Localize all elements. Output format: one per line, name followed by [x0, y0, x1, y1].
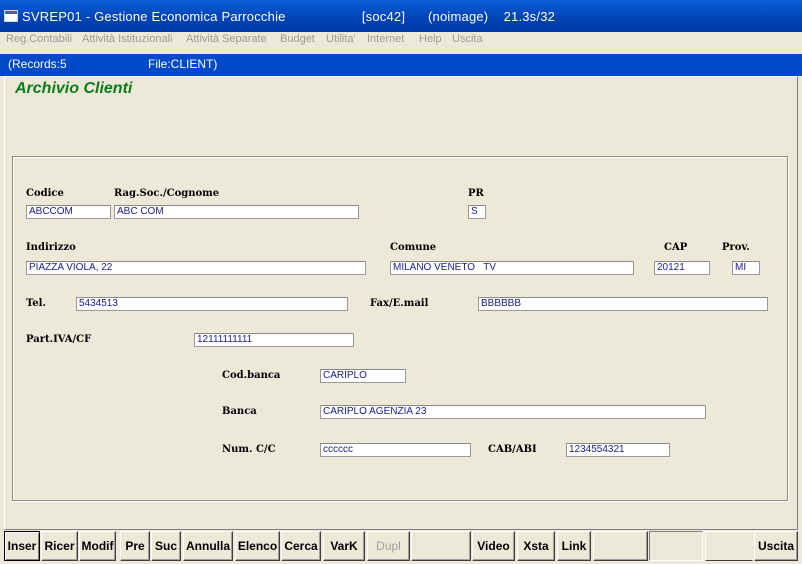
- menu-item-budget[interactable]: Budget: [280, 33, 315, 45]
- banca-field[interactable]: CARIPLO AGENZIA 23: [320, 405, 706, 419]
- menu-item-internet[interactable]: Internet: [367, 33, 404, 45]
- link-button[interactable]: Link: [557, 531, 591, 561]
- codice-label: Codice: [26, 188, 64, 199]
- fax-email-field[interactable]: BBBBBB: [478, 297, 768, 311]
- prov-label: Prov.: [722, 242, 750, 253]
- piva-cf-field[interactable]: 12111111111: [194, 333, 354, 347]
- records-count: (Records:5: [8, 57, 67, 71]
- form-title: Archivio Clienti: [15, 80, 133, 97]
- menu-item-help[interactable]: Help: [419, 33, 442, 45]
- comune-field[interactable]: MILANO VENETO TV: [390, 261, 634, 275]
- inser-button[interactable]: Inser: [4, 531, 40, 561]
- window-title: SVREP01 - Gestione Economica Parrocchie …: [22, 9, 556, 24]
- ragsoc-label: Rag.Soc./Cognome: [114, 188, 220, 199]
- pr-label: PR: [468, 188, 484, 199]
- menu-item-uscita[interactable]: Uscita: [452, 33, 483, 45]
- file-name: File:CLIENT): [148, 57, 218, 71]
- numcc-label: Num. C/C: [222, 444, 276, 455]
- uscita-button[interactable]: Uscita: [754, 531, 798, 561]
- indirizzo-field[interactable]: PIAZZA VIOLA, 22: [26, 261, 366, 275]
- modif-button[interactable]: Modif: [79, 531, 116, 561]
- blank-button-3[interactable]: [649, 531, 703, 561]
- comune-label: Comune: [390, 242, 437, 253]
- dupl-button[interactable]: Dupl: [367, 531, 410, 561]
- prov-field[interactable]: MI: [732, 261, 760, 275]
- annulla-button[interactable]: Annulla: [183, 531, 233, 561]
- cerca-button[interactable]: Cerca: [281, 531, 321, 561]
- elenco-button[interactable]: Elenco: [235, 531, 280, 561]
- records-info-bar: (Records:5 File:CLIENT): [0, 54, 802, 76]
- vark-button[interactable]: VarK: [323, 531, 365, 561]
- cababi-field[interactable]: 1234554321: [566, 443, 670, 457]
- menu-item-reg-contabili[interactable]: Reg.Contabili: [6, 33, 72, 45]
- menu-item-utilita[interactable]: Utilita': [326, 33, 356, 45]
- menu-item-attivita-separate[interactable]: Attività Separate: [186, 33, 267, 45]
- video-button[interactable]: Video: [472, 531, 515, 561]
- cababi-label: CAB/ABI: [488, 444, 537, 455]
- cap-field[interactable]: 20121: [654, 261, 710, 275]
- pre-button[interactable]: Pre: [120, 531, 150, 561]
- ricer-button[interactable]: Ricer: [41, 531, 78, 561]
- suc-button[interactable]: Suc: [151, 531, 181, 561]
- blank-button-4[interactable]: [705, 531, 753, 561]
- numcc-field[interactable]: cccccc: [320, 443, 471, 457]
- blank-button-2[interactable]: [593, 531, 648, 561]
- cap-label: CAP: [664, 242, 688, 253]
- piva-label: Part.IVA/CF: [26, 334, 92, 345]
- pr-field[interactable]: S: [468, 205, 486, 219]
- app-window-icon: [4, 10, 18, 22]
- tel-field[interactable]: 5434513: [76, 297, 348, 311]
- codice-field[interactable]: ABCCOM: [26, 205, 111, 219]
- button-bar: Inser Ricer Modif Pre Suc Annulla Elenco…: [0, 530, 802, 564]
- banca-label: Banca: [222, 406, 257, 417]
- title-bar: SVREP01 - Gestione Economica Parrocchie …: [0, 0, 802, 32]
- codbanca-label: Cod.banca: [222, 370, 281, 381]
- menu-item-attivita-istituzionali[interactable]: Attività Istituzionali: [82, 33, 172, 45]
- blank-button-1[interactable]: [411, 531, 471, 561]
- tel-label: Tel.: [26, 298, 46, 309]
- ragsoc-field[interactable]: ABC COM: [114, 205, 359, 219]
- xsta-button[interactable]: Xsta: [517, 531, 555, 561]
- menu-bar: Reg.Contabili Attività Istituzionali Att…: [0, 32, 802, 52]
- fax-label: Fax/E.mail: [370, 298, 429, 309]
- indirizzo-label: Indirizzo: [26, 242, 76, 253]
- codbanca-field[interactable]: CARIPLO: [320, 369, 406, 383]
